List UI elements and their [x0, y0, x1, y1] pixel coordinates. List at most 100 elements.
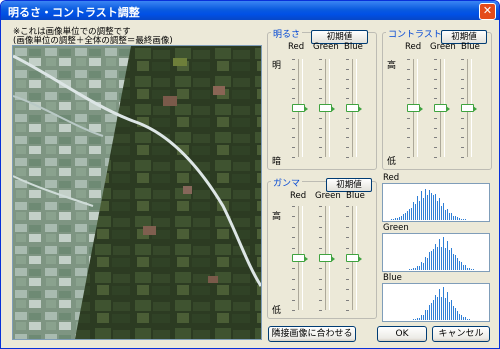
slider-thumb-green[interactable] — [319, 254, 335, 262]
histogram-bar — [403, 214, 404, 220]
histogram-bar — [465, 219, 466, 220]
dialog-window: 明るさ・コントラスト調整 ✕ ※これは画像単位での調整です (画像単位の調整＋全… — [0, 0, 500, 349]
histogram-bar — [473, 269, 474, 270]
slider-tick — [319, 289, 322, 290]
slider-tick — [346, 227, 349, 228]
slider-tick — [346, 59, 349, 60]
slider-tick — [407, 157, 410, 158]
slider-thumb-red[interactable] — [407, 104, 423, 112]
histogram-bar — [397, 218, 398, 220]
gamma-col-red: Red — [290, 191, 307, 201]
histogram-bar — [453, 216, 454, 220]
slider-tick — [461, 128, 464, 129]
title-bar[interactable]: 明るさ・コントラスト調整 ✕ — [1, 1, 499, 20]
slider-tick — [346, 128, 349, 129]
histogram-blue — [382, 283, 490, 322]
histogram-bar — [431, 193, 432, 220]
slider-tick — [407, 69, 410, 70]
histogram-bar — [453, 306, 454, 320]
slider-tick — [346, 300, 349, 301]
slider-thumb-red[interactable] — [292, 104, 308, 112]
slider-tick — [434, 137, 437, 138]
histogram-bar — [441, 297, 442, 320]
slider-tick — [461, 88, 464, 89]
histogram-bar — [411, 269, 412, 270]
slider-tick — [434, 69, 437, 70]
histogram-bar — [421, 191, 422, 220]
brightness-col-green: Green — [313, 42, 339, 52]
histogram-bar — [423, 263, 424, 270]
histogram-bar — [445, 248, 446, 270]
histogram-bar — [415, 268, 416, 270]
histogram-bar — [401, 216, 402, 220]
histogram-bar — [449, 250, 450, 270]
brightness-col-blue: Blue — [344, 42, 363, 52]
close-button[interactable]: ✕ — [479, 3, 496, 20]
histogram-bar — [439, 289, 440, 320]
gamma-col-blue: Blue — [346, 191, 365, 201]
histogram-bar — [429, 190, 430, 220]
histogram-bar — [449, 302, 450, 320]
histogram-bar — [427, 258, 428, 270]
gamma-panel: ガンマ 初期値 Red Green Blue 高 低 — [267, 176, 377, 319]
histogram-bar — [425, 189, 426, 220]
slider-thumb-green[interactable] — [319, 104, 335, 112]
histogram-bar — [459, 314, 460, 320]
slider-tick — [292, 98, 295, 99]
histogram-bar — [453, 254, 454, 270]
slider-tick — [346, 69, 349, 70]
gamma-col-green: Green — [315, 191, 341, 201]
histogram-bar — [413, 319, 414, 320]
histogram-bar — [439, 198, 440, 220]
histogram-bar — [447, 292, 448, 320]
slider-tick — [319, 118, 322, 119]
ok-button[interactable]: OK — [377, 326, 427, 342]
slider-thumb-blue[interactable] — [346, 104, 362, 112]
slider-tick — [461, 79, 464, 80]
slider-tick — [407, 88, 410, 89]
histogram-bar — [441, 247, 442, 270]
brightness-panel: 明るさ 初期値 Red Green Blue 明 暗 — [267, 27, 377, 170]
histogram-label-green: Green — [383, 223, 409, 233]
slider-tick — [346, 289, 349, 290]
histogram-bar — [469, 268, 470, 270]
contrast-high-label: 高 — [387, 61, 397, 71]
slider-tick — [434, 157, 437, 158]
slider-tick — [346, 248, 349, 249]
histogram-bar — [435, 194, 436, 220]
slider-tick — [434, 79, 437, 80]
histogram-bar — [443, 237, 444, 270]
slider-tick — [346, 157, 349, 158]
slider-thumb-red[interactable] — [292, 254, 308, 262]
histogram-bar — [471, 269, 472, 270]
histogram-bar — [419, 201, 420, 220]
slider-tick — [319, 69, 322, 70]
gamma-reset-button[interactable]: 初期値 — [326, 178, 372, 192]
histogram-bar — [409, 269, 410, 270]
histogram-bar — [465, 265, 466, 270]
slider-thumb-blue[interactable] — [461, 104, 477, 112]
histogram-bar — [467, 319, 468, 320]
slider-tick — [292, 137, 295, 138]
slider-tick — [461, 147, 464, 148]
slider-tick — [346, 88, 349, 89]
histogram-bar — [419, 266, 420, 270]
histogram-bar — [459, 261, 460, 270]
match-adjacent-button[interactable]: 隣接画像に合わせる — [268, 326, 356, 342]
histogram-bar — [443, 203, 444, 220]
cancel-button[interactable]: キャンセル — [432, 326, 490, 342]
slider-tick — [319, 128, 322, 129]
slider-tick — [346, 147, 349, 148]
slider-thumb-blue[interactable] — [346, 254, 362, 262]
slider-thumb-green[interactable] — [434, 104, 450, 112]
slider-tick — [407, 59, 410, 60]
slider-tick — [292, 118, 295, 119]
histogram-bar — [461, 262, 462, 270]
histogram-bar — [419, 318, 420, 320]
brightness-low-label: 暗 — [272, 157, 282, 167]
slider-tick — [434, 147, 437, 148]
histogram-bar — [443, 287, 444, 320]
satellite-image-preview — [12, 45, 262, 340]
slider-tick — [292, 147, 295, 148]
histogram-bar — [445, 210, 446, 220]
